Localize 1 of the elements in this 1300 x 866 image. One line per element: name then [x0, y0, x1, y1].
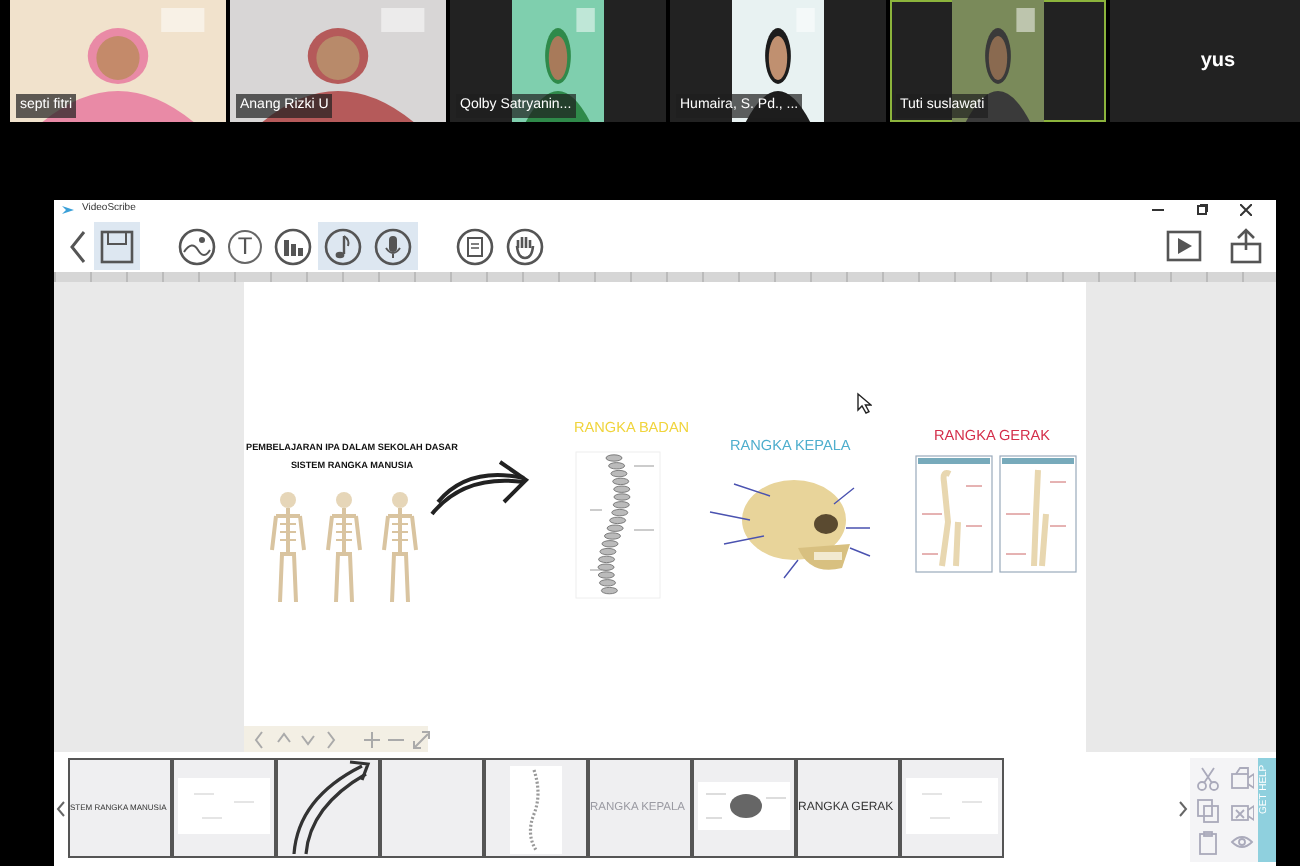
- participant-name: yus: [1200, 48, 1236, 76]
